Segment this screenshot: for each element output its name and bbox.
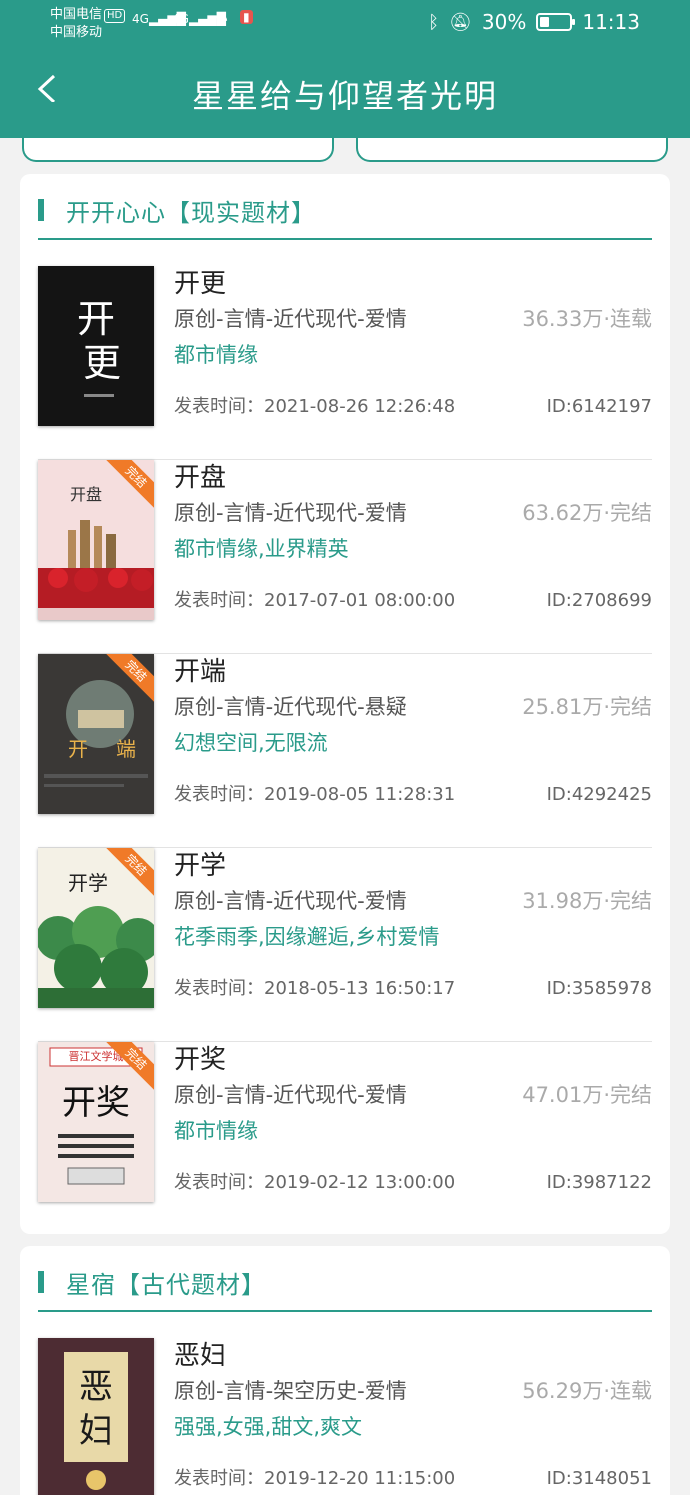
book-id: ID:3148051 — [546, 1468, 652, 1489]
book-tags: 都市情缘 — [174, 1119, 258, 1143]
network-type-label-2: 4G — [172, 12, 189, 26]
section-card-ancient: 星宿【古代题材】 恶 妇 恶妇 原创-言情-架空历史-爱情 56.29万·连载 … — [20, 1246, 670, 1495]
book-tags: 都市情缘 — [174, 343, 258, 367]
carrier-telecom: 中国电信 — [50, 7, 103, 22]
carrier-mobile: 中国移动 — [50, 25, 103, 40]
section-title: 开开心心【现实题材】 — [66, 198, 316, 227]
book-category: 原创-言情-近代现代-爱情 — [174, 1083, 407, 1107]
book-item[interactable]: 开 更 开更 原创-言情-近代现代-爱情 36.33万·连载 都市情缘 发表时间… — [38, 266, 652, 460]
book-title: 开盘 — [174, 463, 227, 493]
book-item[interactable]: 开 端 完结 开端 原创-言情-近代现代-悬疑 25.81万·完结 幻想空间,无… — [38, 654, 652, 848]
book-cover[interactable]: 开奖 晋江文学城 完结 — [38, 1042, 154, 1202]
book-cover[interactable]: 恶 妇 — [38, 1338, 154, 1495]
book-item[interactable]: 恶 妇 恶妇 原创-言情-架空历史-爱情 56.29万·连载 强强,女强,甜文,… — [38, 1338, 652, 1495]
book-cover[interactable]: 开学 完结 — [38, 848, 154, 1008]
book-id: ID:4292425 — [546, 784, 652, 805]
mute-bell-icon: 🔕︎ — [449, 11, 472, 33]
book-tags: 强强,女强,甜文,爽文 — [174, 1415, 363, 1439]
book-item[interactable]: 开奖 晋江文学城 完结 开奖 原创-言情-近代现代-爱情 47.01万·完结 都… — [38, 1042, 652, 1236]
section-title: 星宿【古代题材】 — [66, 1270, 266, 1299]
section-accent-bar — [38, 1271, 44, 1293]
wifi-icon: ◠ — [214, 10, 228, 29]
book-title: 开更 — [174, 269, 227, 299]
book-id: ID:2708699 — [546, 590, 652, 611]
app-header: 中国电信 HD 中国移动 4G▂▄▆█ 4G▂▄▆█ ◠ ▮ ᛒ 🔕︎ 30% 1… — [0, 0, 690, 138]
battery-icon — [536, 13, 576, 31]
battery-percent: 30% — [481, 10, 527, 34]
network-type-label: 4G — [132, 12, 149, 26]
hd-icon: HD — [104, 9, 126, 23]
book-stats: 36.33万·连载 — [522, 307, 652, 331]
book-tags: 幻想空间,无限流 — [174, 731, 328, 755]
book-item[interactable]: 开学 完结 开学 原创-言情-近代现代-爱情 31.98万·完结 花季雨季,因缘… — [38, 848, 652, 1042]
svg-text:恶: 恶 — [79, 1367, 113, 1407]
book-publish-time: 发表时间：2018-05-13 16:50:17 — [174, 978, 456, 999]
book-app-icon: ▮ — [240, 10, 253, 24]
book-stats: 31.98万·完结 — [522, 889, 652, 913]
section-header[interactable]: 开开心心【现实题材】 — [38, 196, 316, 227]
book-title: 恶妇 — [174, 1341, 227, 1371]
status-right: ᛒ 🔕︎ 30% 11:13 — [428, 10, 640, 34]
book-stats: 25.81万·完结 — [522, 695, 652, 719]
book-cover[interactable]: 开盘 完结 — [38, 460, 154, 620]
book-id: ID:3585978 — [546, 978, 652, 999]
book-category: 原创-言情-近代现代-悬疑 — [174, 695, 407, 719]
svg-text:开奖: 开奖 — [62, 1083, 130, 1123]
svg-text:开学: 开学 — [68, 871, 108, 895]
book-tags: 都市情缘,业界精英 — [174, 537, 349, 561]
book-stats: 56.29万·连载 — [522, 1379, 652, 1403]
carrier-info: 中国电信 HD 中国移动 — [50, 6, 126, 42]
section-divider — [38, 1310, 652, 1312]
book-category: 原创-言情-架空历史-爱情 — [174, 1379, 407, 1403]
book-publish-time: 发表时间：2019-08-05 11:28:31 — [174, 784, 456, 805]
status-bar: 中国电信 HD 中国移动 4G▂▄▆█ 4G▂▄▆█ ◠ ▮ ᛒ 🔕︎ 30% 1… — [0, 0, 690, 46]
page-title: 星星给与仰望者光明 — [191, 77, 498, 115]
section-accent-bar — [38, 199, 44, 221]
bluetooth-icon: ᛒ — [428, 11, 440, 33]
svg-text:开: 开 — [77, 297, 115, 341]
book-publish-time: 发表时间：2021-08-26 12:26:48 — [174, 396, 456, 417]
tab-hint-left[interactable] — [22, 138, 334, 162]
book-title: 开奖 — [174, 1045, 227, 1075]
svg-text:更: 更 — [83, 341, 121, 385]
section-header[interactable]: 星宿【古代题材】 — [38, 1268, 266, 1299]
book-tags: 花季雨季,因缘邂逅,乡村爱情 — [174, 925, 440, 949]
book-category: 原创-言情-近代现代-爱情 — [174, 307, 407, 331]
section-card-realistic: 开开心心【现实题材】 开 更 开更 原创-言情-近代现代-爱情 36.33万·连… — [20, 174, 670, 1234]
svg-text:端: 端 — [116, 737, 136, 761]
book-publish-time: 发表时间：2019-12-20 11:15:00 — [174, 1468, 456, 1489]
book-title: 开端 — [174, 657, 227, 687]
svg-text:妇: 妇 — [79, 1411, 113, 1451]
tab-hint-right[interactable] — [356, 138, 668, 162]
section-divider — [38, 238, 652, 240]
book-item[interactable]: 开盘 完结 开盘 原创-言情-近代现代-爱情 63.62万·完结 都市情缘,业界… — [38, 460, 652, 654]
book-id: ID:6142197 — [546, 396, 652, 417]
book-publish-time: 发表时间：2017-07-01 08:00:00 — [174, 590, 456, 611]
book-cover[interactable]: 开 更 — [38, 266, 154, 426]
book-stats: 47.01万·完结 — [522, 1083, 652, 1107]
svg-text:开盘: 开盘 — [70, 485, 102, 504]
book-category: 原创-言情-近代现代-爱情 — [174, 501, 407, 525]
book-category: 原创-言情-近代现代-爱情 — [174, 889, 407, 913]
book-publish-time: 发表时间：2019-02-12 13:00:00 — [174, 1172, 456, 1193]
svg-text:开: 开 — [68, 737, 88, 761]
book-id: ID:3987122 — [546, 1172, 652, 1193]
clock: 11:13 — [582, 10, 640, 34]
book-stats: 63.62万·完结 — [522, 501, 652, 525]
book-cover[interactable]: 开 端 完结 — [38, 654, 154, 814]
book-title: 开学 — [174, 851, 227, 881]
